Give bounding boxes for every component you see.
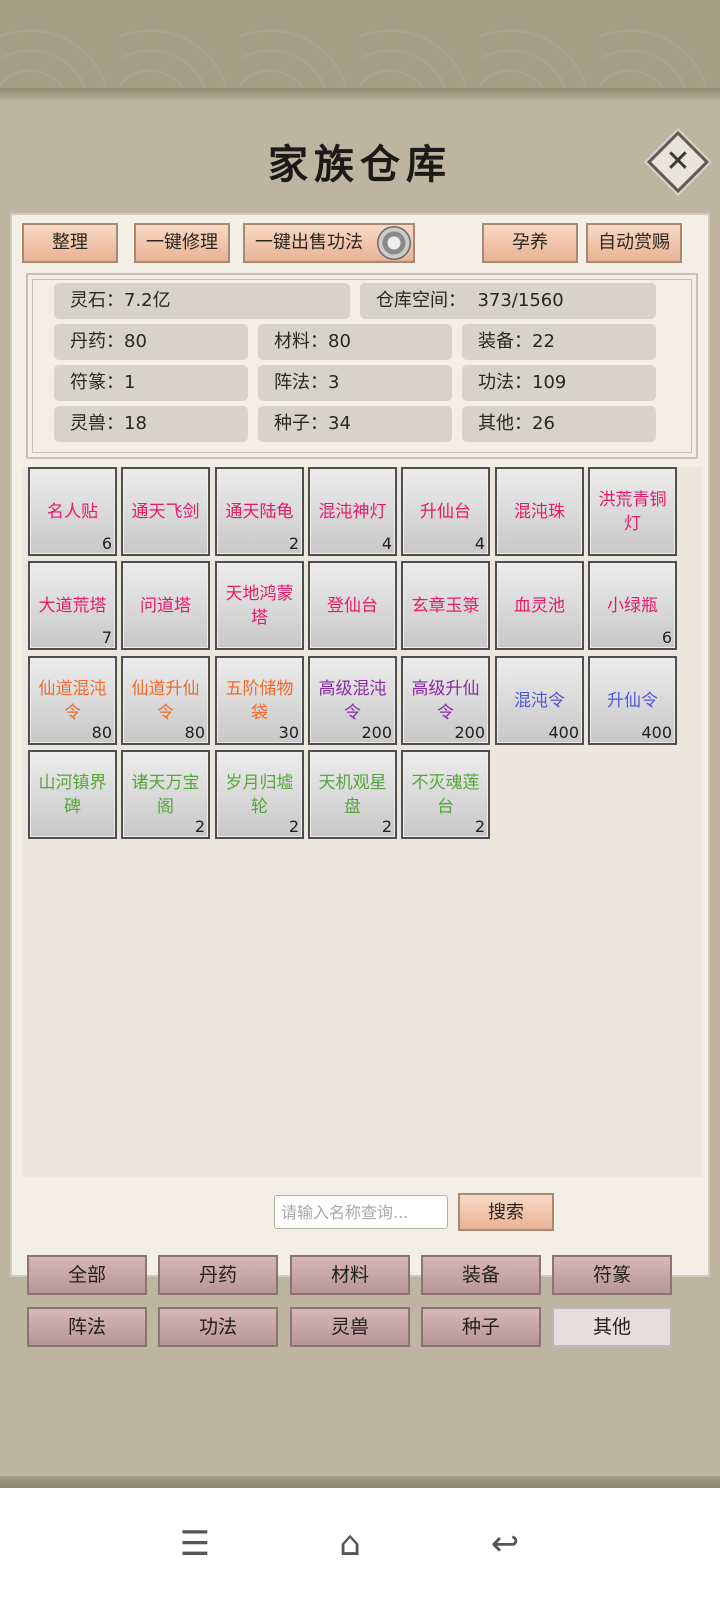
- item-quantity: 2: [381, 817, 392, 836]
- item-slot[interactable]: 高级混沌令 200: [308, 656, 397, 745]
- item-slot[interactable]: 升仙台 4: [401, 467, 490, 556]
- skill-stat: 功法：109: [462, 365, 656, 401]
- search-input[interactable]: [274, 1195, 448, 1229]
- beast-stat: 灵兽：18: [54, 406, 248, 442]
- tab-1[interactable]: 丹药: [158, 1255, 278, 1295]
- item-name: 天地鸿蒙塔: [225, 583, 294, 628]
- header-edge: [0, 88, 720, 102]
- sell-skills-button[interactable]: 一键出售功法: [243, 223, 415, 263]
- gear-icon[interactable]: [377, 226, 411, 260]
- space-label: 仓库空间：: [376, 290, 466, 311]
- item-slot[interactable]: 混沌令 400: [495, 656, 584, 745]
- item-quantity: 400: [548, 723, 579, 742]
- item-slot[interactable]: 高级升仙令 200: [401, 656, 490, 745]
- tab-9[interactable]: 其他: [552, 1307, 672, 1347]
- item-name: 玄章玉箓: [411, 595, 480, 616]
- header-decoration: [0, 0, 720, 100]
- stats-box: 灵石：7.2亿 仓库空间： 373/1560 丹药：80 材料：80 装备：22…: [26, 273, 698, 459]
- item-quantity: 4: [474, 534, 485, 553]
- page-title: 家族仓库: [268, 141, 452, 188]
- item-slot[interactable]: 不灭魂莲台 2: [401, 750, 490, 839]
- equipment-stat: 装备：22: [462, 324, 656, 360]
- close-icon: ✕: [665, 144, 691, 179]
- nurture-button[interactable]: 孕养: [482, 223, 578, 263]
- item-slot[interactable]: 混沌神灯 4: [308, 467, 397, 556]
- item-slot[interactable]: 小绿瓶 6: [588, 561, 677, 650]
- repair-all-button[interactable]: 一键修理: [134, 223, 230, 263]
- warehouse-space-stat: 仓库空间： 373/1560: [360, 283, 656, 319]
- tab-0[interactable]: 全部: [27, 1255, 147, 1295]
- item-quantity: 200: [361, 723, 392, 742]
- item-slot[interactable]: 天地鸿蒙塔: [215, 561, 304, 650]
- item-quantity: 2: [288, 817, 299, 836]
- item-slot[interactable]: 登仙台: [308, 561, 397, 650]
- talisman-stat: 符篆：1: [54, 365, 248, 401]
- item-quantity: 6: [101, 534, 112, 553]
- tab-6[interactable]: 功法: [158, 1307, 278, 1347]
- material-stat: 材料：80: [258, 324, 452, 360]
- sort-button[interactable]: 整理: [22, 223, 118, 263]
- item-slot[interactable]: 玄章玉箓: [401, 561, 490, 650]
- item-slot[interactable]: 大道荒塔 7: [28, 561, 117, 650]
- item-quantity: 30: [278, 723, 299, 742]
- home-icon[interactable]: ⌂: [325, 1524, 375, 1564]
- tab-2[interactable]: 材料: [290, 1255, 410, 1295]
- item-quantity: 200: [454, 723, 485, 742]
- item-slot[interactable]: 通天陆龟 2: [215, 467, 304, 556]
- item-quantity: 7: [101, 628, 112, 647]
- item-name: 登仙台: [327, 595, 378, 616]
- other-stat: 其他：26: [462, 406, 656, 442]
- item-name: 通天飞剑: [131, 501, 200, 522]
- item-slot[interactable]: 仙道升仙令 80: [121, 656, 210, 745]
- tab-4[interactable]: 符篆: [552, 1255, 672, 1295]
- item-name: 血灵池: [514, 595, 565, 616]
- item-name: 山河镇界碑: [38, 772, 107, 817]
- auto-reward-button[interactable]: 自动赏赐: [586, 223, 682, 263]
- warehouse-panel: 整理 一键修理 一键出售功法 孕养 自动赏赐 灵石：7.2亿 仓库空间： 373…: [10, 213, 710, 1277]
- item-quantity: 80: [184, 723, 205, 742]
- tab-5[interactable]: 阵法: [27, 1307, 147, 1347]
- tab-3[interactable]: 装备: [421, 1255, 541, 1295]
- item-name: 问道塔: [140, 595, 191, 616]
- space-value: 373/1560: [477, 290, 564, 311]
- item-slot[interactable]: 问道塔: [121, 561, 210, 650]
- item-slot[interactable]: 升仙令 400: [588, 656, 677, 745]
- action-bar: 整理 一键修理 一键出售功法 孕养 自动赏赐: [12, 223, 712, 263]
- sell-skills-label: 一键出售功法: [255, 232, 363, 253]
- item-quantity: 4: [381, 534, 392, 553]
- item-slot[interactable]: 通天飞剑: [121, 467, 210, 556]
- system-nav-bar: ☰ ⌂ ↩: [0, 1488, 720, 1612]
- item-slot[interactable]: 天机观星盘 2: [308, 750, 397, 839]
- formation-stat: 阵法：3: [258, 365, 452, 401]
- spirit-stone-label: 灵石：: [70, 290, 124, 311]
- spirit-stone-value: 7.2亿: [124, 290, 171, 311]
- item-quantity: 2: [474, 817, 485, 836]
- item-slot[interactable]: 五阶储物袋 30: [215, 656, 304, 745]
- search-button[interactable]: 搜索: [458, 1193, 554, 1231]
- item-quantity: 6: [661, 628, 672, 647]
- item-slot[interactable]: 仙道混沌令 80: [28, 656, 117, 745]
- spirit-stone-stat: 灵石：7.2亿: [54, 283, 350, 319]
- item-quantity: 400: [641, 723, 672, 742]
- item-slot[interactable]: 混沌珠: [495, 467, 584, 556]
- item-slot[interactable]: 诸天万宝阁 2: [121, 750, 210, 839]
- item-slot[interactable]: 血灵池: [495, 561, 584, 650]
- seed-stat: 种子：34: [258, 406, 452, 442]
- pill-stat: 丹药：80: [54, 324, 248, 360]
- tab-7[interactable]: 灵兽: [290, 1307, 410, 1347]
- item-slot[interactable]: 岁月归墟轮 2: [215, 750, 304, 839]
- item-quantity: 80: [91, 723, 112, 742]
- item-name: 混沌珠: [514, 501, 565, 522]
- menu-icon[interactable]: ☰: [170, 1524, 220, 1564]
- ground-strip: [0, 1476, 720, 1488]
- item-name: 洪荒青铜灯: [598, 489, 667, 534]
- item-quantity: 2: [288, 534, 299, 553]
- tab-8[interactable]: 种子: [421, 1307, 541, 1347]
- item-slot[interactable]: 山河镇界碑: [28, 750, 117, 839]
- item-slot[interactable]: 洪荒青铜灯: [588, 467, 677, 556]
- back-icon[interactable]: ↩: [480, 1524, 530, 1564]
- item-slot[interactable]: 名人贴 6: [28, 467, 117, 556]
- item-quantity: 2: [194, 817, 205, 836]
